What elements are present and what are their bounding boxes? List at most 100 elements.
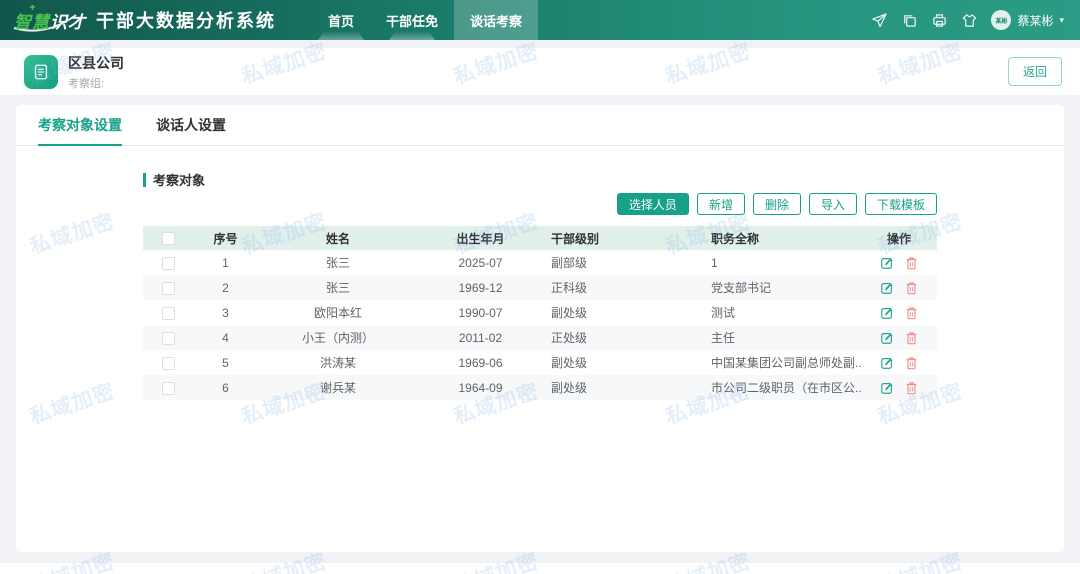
row-checkbox[interactable] [161,331,175,345]
back-button[interactable]: 返回 [1007,57,1062,86]
tab-content: 考察对象 选择人员 新增 删除 导入 下载模板 序号 姓名 出生年月 干部级别 [16,146,1064,400]
import-button[interactable]: 导入 [808,193,857,215]
delete-icon[interactable] [905,331,919,345]
topbar: 智慧识才 干部大数据分析系统 首页 干部任免 谈话考察 某彬 蔡某彬 ▾ [0,0,1080,40]
cell-title: 市公司二级职员（在市区公... [711,381,861,395]
cell-birth: 1990-07 [458,305,503,320]
edit-icon[interactable] [880,281,894,295]
nav-item-interview[interactable]: 谈话考察 [454,0,539,40]
print-icon[interactable] [931,12,947,28]
cell-level: 副处级 [551,381,588,395]
cell-name: 小王（内测） [301,331,374,345]
app-logo: 智慧识才 [0,0,96,40]
add-button[interactable]: 新增 [696,193,745,215]
cell-name: 洪涛某 [319,356,356,370]
edit-icon[interactable] [880,306,894,320]
table-row: 5 洪涛某 1969-06 副处级 中国某集团公司副总师处副... [143,350,937,375]
section-title: 考察对象 [143,170,937,189]
cell-no: 3 [222,305,229,320]
cell-title: 1 [711,255,718,270]
nav-item-home[interactable]: 首页 [312,0,370,40]
table-row: 3 欧阳本红 1990-07 副处级 测试 [143,300,937,325]
copy-icon[interactable] [901,12,917,28]
row-checkbox[interactable] [161,356,175,370]
row-checkbox[interactable] [161,256,175,270]
send-icon[interactable] [871,12,887,28]
user-menu[interactable]: 某彬 蔡某彬 ▾ [991,10,1064,30]
avatar: 某彬 [991,10,1012,30]
main-card: 考察对象设置 谈话人设置 考察对象 选择人员 新增 删除 导入 下载模板 序号 [16,105,1064,552]
select-all-checkbox[interactable] [161,232,175,246]
edit-icon[interactable] [880,356,894,370]
username: 蔡某彬 [1017,13,1054,28]
delete-icon[interactable] [905,281,919,295]
footer-strip [0,563,1080,574]
page-header-titles: 区县公司 考察组: [68,53,124,91]
delete-icon[interactable] [905,381,919,395]
cell-title: 测试 [711,306,736,320]
tab-inspection-targets[interactable]: 考察对象设置 [38,105,122,146]
download-template-button[interactable]: 下载模板 [864,193,937,215]
table-row: 2 张三 1969-12 正科级 党支部书记 [143,275,937,300]
header-name: 姓名 [258,226,418,250]
cell-no: 4 [222,330,229,345]
shirt-icon[interactable] [961,12,977,28]
cell-title: 主任 [711,331,736,345]
page-title: 区县公司 [68,54,124,71]
header-op: 操作 [861,226,937,250]
cell-level: 正处级 [551,331,588,345]
cell-level: 副处级 [551,356,588,370]
main-nav: 首页 干部任免 谈话考察 [312,0,539,40]
chevron-down-icon: ▾ [1059,14,1064,25]
edit-icon[interactable] [880,256,894,270]
row-checkbox[interactable] [161,381,175,395]
cell-birth: 1969-12 [458,280,503,295]
section-title-bar [143,172,146,187]
cell-no: 2 [222,280,229,295]
cell-level: 副部级 [551,256,588,270]
header-level: 干部级别 [543,226,703,250]
cell-level: 副处级 [551,306,588,320]
header-title: 职务全称 [703,226,861,250]
table-row: 4 小王（内测） 2011-02 正处级 主任 [143,325,937,350]
cell-birth: 1969-06 [458,355,503,370]
logo-text: 智慧识才 [14,12,86,32]
table-row: 1 张三 2025-07 副部级 1 [143,250,937,275]
delete-icon[interactable] [905,306,919,320]
targets-table: 序号 姓名 出生年月 干部级别 职务全称 操作 1 张三 2025-07 副部级… [143,226,937,400]
header-no: 序号 [193,226,258,250]
delete-icon[interactable] [905,356,919,370]
nav-item-appointment[interactable]: 干部任免 [370,0,454,40]
cell-birth: 2011-02 [458,330,503,345]
topbar-right: 某彬 蔡某彬 ▾ [871,0,1080,40]
table-header-row: 序号 姓名 出生年月 干部级别 职务全称 操作 [143,226,937,250]
page-header: 区县公司 考察组: 返回 [0,48,1080,95]
row-checkbox[interactable] [161,306,175,320]
cell-name: 张三 [325,256,350,270]
cell-title: 党支部书记 [711,281,772,295]
tab-bar: 考察对象设置 谈话人设置 [16,105,1064,146]
cell-no: 5 [222,355,229,370]
system-title: 干部大数据分析系统 [96,11,276,31]
cell-name: 谢兵某 [319,381,356,395]
edit-icon[interactable] [880,381,894,395]
cell-title: 中国某集团公司副总师处副... [711,356,861,370]
cell-name: 欧阳本红 [313,306,362,320]
cell-level: 正科级 [551,281,588,295]
delete-button[interactable]: 删除 [752,193,801,215]
table-row: 6 谢兵某 1964-09 副处级 市公司二级职员（在市区公... [143,375,937,400]
row-checkbox[interactable] [161,281,175,295]
header-birth: 出生年月 [418,226,543,250]
document-icon [24,54,58,89]
section-title-text: 考察对象 [153,173,206,188]
inspection-group-label: 考察组: [68,77,105,90]
select-person-button[interactable]: 选择人员 [616,193,689,215]
delete-icon[interactable] [905,256,919,270]
cell-name: 张三 [325,281,350,295]
cell-birth: 1964-09 [458,380,503,395]
cell-birth: 2025-07 [458,255,503,270]
cell-no: 1 [222,255,229,270]
cell-no: 6 [222,380,229,395]
tab-interviewees[interactable]: 谈话人设置 [156,105,226,145]
edit-icon[interactable] [880,331,894,345]
